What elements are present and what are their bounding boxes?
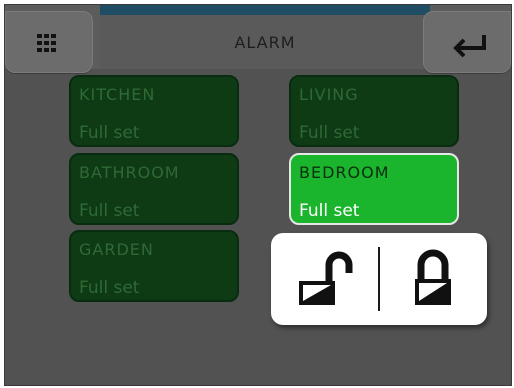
zone-bedroom[interactable]: BEDROOM Full set <box>289 153 459 225</box>
menu-button[interactable] <box>5 11 93 73</box>
zone-state: Full set <box>299 201 360 221</box>
zone-name: LIVING <box>299 85 359 104</box>
unlock-icon <box>299 251 353 305</box>
zone-name: BATHROOM <box>79 163 180 182</box>
zone-name: BEDROOM <box>299 163 390 182</box>
zone-name: GARDEN <box>79 240 154 259</box>
zone-bathroom[interactable]: BATHROOM Full set <box>69 153 239 225</box>
zone-name: KITCHEN <box>79 85 156 104</box>
zone-state: Full set <box>79 123 140 143</box>
zone-state: Full set <box>79 201 140 221</box>
lock-icon <box>415 249 451 305</box>
zone-kitchen[interactable]: KITCHEN Full set <box>69 75 239 147</box>
back-button[interactable] <box>423 11 511 73</box>
alarm-screen: ALARM KITCHEN Full set LIVING Full set B… <box>4 4 512 386</box>
zone-living[interactable]: LIVING Full set <box>289 75 459 147</box>
zone-state: Full set <box>299 123 360 143</box>
unlock-button[interactable] <box>293 247 363 311</box>
zone-state: Full set <box>79 278 140 298</box>
lock-button[interactable] <box>403 247 473 311</box>
header-accent-bar <box>100 5 430 15</box>
lock-popup <box>271 233 487 325</box>
return-arrow-icon <box>453 35 486 58</box>
popup-divider <box>378 247 380 311</box>
grid-icon <box>37 34 56 52</box>
zone-garden[interactable]: GARDEN Full set <box>69 230 239 302</box>
page-title: ALARM <box>234 33 296 52</box>
